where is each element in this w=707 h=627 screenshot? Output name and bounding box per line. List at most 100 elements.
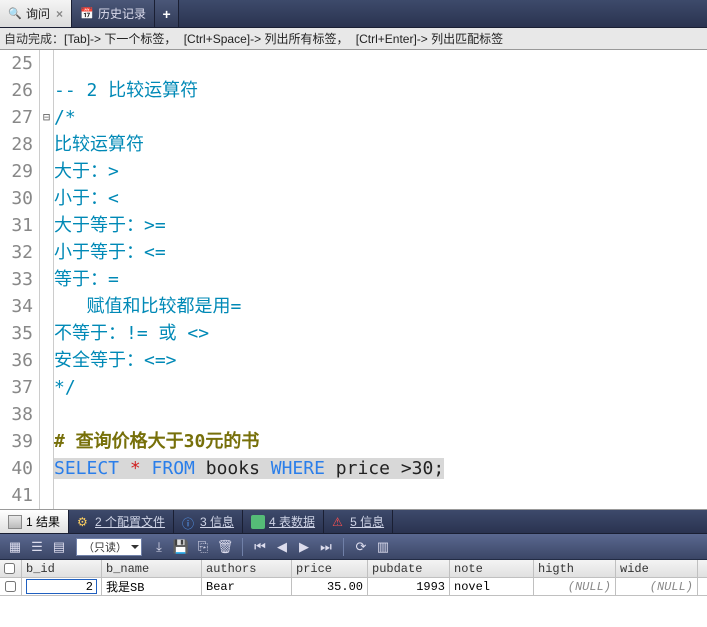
export-icon[interactable]: ⤓ xyxy=(148,537,170,557)
line-number: 27 xyxy=(0,104,33,131)
code-line[interactable] xyxy=(54,401,707,428)
result-tab[interactable]: ⚙2 个配置文件 xyxy=(69,510,174,533)
result-tab[interactable]: ⚠ 5 信息 xyxy=(324,510,393,533)
sql-editor[interactable]: 2526272829303132333435363738394041 ⊟ -- … xyxy=(0,50,707,510)
fold-marker xyxy=(40,185,53,212)
code-line[interactable]: 大于：> xyxy=(54,158,707,185)
code-line[interactable] xyxy=(54,50,707,77)
close-icon[interactable]: × xyxy=(56,7,63,21)
grid-cell[interactable]: 35.00 xyxy=(292,578,368,595)
fold-marker xyxy=(40,77,53,104)
save-icon[interactable]: 💾 xyxy=(170,537,192,557)
code-line[interactable]: 小于等于：<= xyxy=(54,239,707,266)
fold-marker xyxy=(40,347,53,374)
editor-tabbar: 🔍询问×📅历史记录+ xyxy=(0,0,707,28)
line-number: 30 xyxy=(0,185,33,212)
filter-icon[interactable]: ▥ xyxy=(372,537,394,557)
line-number: 25 xyxy=(0,50,33,77)
code-line[interactable]: 小于：< xyxy=(54,185,707,212)
code-line[interactable]: # 查询价格大于30元的书 xyxy=(54,428,707,455)
code-line[interactable]: 赋值和比较都是用= xyxy=(54,293,707,320)
line-number: 32 xyxy=(0,239,33,266)
code-area[interactable]: -- 2 比较运算符/*比较运算符大于：>小于：<大于等于：>=小于等于：<=等… xyxy=(54,50,707,509)
grid-column-header[interactable]: b_name xyxy=(102,560,202,577)
refresh-icon[interactable]: ⟳ xyxy=(350,537,372,557)
line-number: 40 xyxy=(0,455,33,482)
first-icon[interactable]: ⏮ xyxy=(249,537,271,557)
row-checkbox[interactable] xyxy=(5,581,16,592)
grid-column-header[interactable]: authors xyxy=(202,560,292,577)
prev-icon[interactable]: ◀ xyxy=(271,537,293,557)
code-line[interactable]: 不等于：!= 或 <> xyxy=(54,320,707,347)
db-icon xyxy=(251,515,265,529)
line-number: 34 xyxy=(0,293,33,320)
toolbar-separator xyxy=(343,538,344,556)
grid-column-header[interactable]: b_id xyxy=(22,560,102,577)
code-line[interactable]: 比较运算符 xyxy=(54,131,707,158)
editor-tab[interactable]: 📅历史记录 xyxy=(72,0,155,27)
line-number: 31 xyxy=(0,212,33,239)
grid-checkbox-header[interactable] xyxy=(0,560,22,577)
grid-column-header[interactable]: wide xyxy=(616,560,698,577)
fold-marker xyxy=(40,239,53,266)
grid-column-header[interactable]: price xyxy=(292,560,368,577)
fold-marker xyxy=(40,212,53,239)
tab-label: 询问 xyxy=(26,5,50,22)
result-tab[interactable]: 1 结果 xyxy=(0,510,69,533)
fold-marker xyxy=(40,401,53,428)
add-tab-button[interactable]: + xyxy=(155,0,179,27)
grid-cell[interactable]: 我是SB xyxy=(102,578,202,595)
grid-cell[interactable]: Bear xyxy=(202,578,292,595)
code-line[interactable]: 安全等于：<=> xyxy=(54,347,707,374)
code-line[interactable] xyxy=(54,482,707,509)
code-line[interactable]: 大于等于：>= xyxy=(54,212,707,239)
grid-cell[interactable]: 1993 xyxy=(368,578,450,595)
result-tab-label: 3 信息 xyxy=(200,513,234,530)
grid-column-header[interactable]: pubdate xyxy=(368,560,450,577)
line-number: 41 xyxy=(0,482,33,509)
grid-row-checkbox-cell[interactable] xyxy=(0,578,22,595)
fold-marker[interactable]: ⊟ xyxy=(40,104,53,131)
grid-cell[interactable]: (NULL) xyxy=(534,578,616,595)
line-number: 36 xyxy=(0,347,33,374)
warn-icon: ⚠ xyxy=(332,515,346,529)
grid-data-row[interactable]: 2我是SBBear35.001993novel(NULL)(NULL) xyxy=(0,578,707,596)
grid-cell[interactable]: 2 xyxy=(22,578,102,595)
code-line[interactable]: */ xyxy=(54,374,707,401)
last-icon[interactable]: ⏭ xyxy=(315,537,337,557)
next-icon[interactable]: ▶ xyxy=(293,537,315,557)
fold-marker xyxy=(40,293,53,320)
result-tab-label: 5 信息 xyxy=(350,513,384,530)
delete-icon[interactable]: 🗑 xyxy=(214,537,236,557)
grid-header-row: b_idb_nameauthorspricepubdatenotehigthwi… xyxy=(0,560,707,578)
editor-tab[interactable]: 🔍询问× xyxy=(0,0,72,27)
hint-item: [Ctrl+Enter]-> 列出匹配标签 xyxy=(352,32,507,46)
line-number: 33 xyxy=(0,266,33,293)
line-number: 26 xyxy=(0,77,33,104)
result-grid[interactable]: b_idb_nameauthorspricepubdatenotehigthwi… xyxy=(0,560,707,596)
card-view-icon[interactable]: ▤ xyxy=(48,537,70,557)
line-number: 28 xyxy=(0,131,33,158)
grid-cell[interactable]: novel xyxy=(450,578,534,595)
grid-view-icon[interactable]: ▦ xyxy=(4,537,26,557)
code-line[interactable]: 等于：= xyxy=(54,266,707,293)
hint-item: [Ctrl+Space]-> 列出所有标签， xyxy=(180,32,352,46)
result-tab[interactable]: 4 表数据 xyxy=(243,510,324,533)
code-line[interactable]: SELECT * FROM books WHERE price >30; xyxy=(54,455,707,482)
fold-marker xyxy=(40,482,53,509)
result-tab[interactable]: ⓘ3 信息 xyxy=(174,510,243,533)
code-line[interactable]: -- 2 比较运算符 xyxy=(54,77,707,104)
grid-cell-focus[interactable]: 2 xyxy=(26,579,97,594)
form-view-icon[interactable]: ☰ xyxy=(26,537,48,557)
table-icon xyxy=(8,515,22,529)
fold-marker xyxy=(40,455,53,482)
code-line[interactable]: /* xyxy=(54,104,707,131)
copy-icon[interactable]: ⎘ xyxy=(192,537,214,557)
fold-gutter[interactable]: ⊟ xyxy=(40,50,54,509)
grid-column-header[interactable]: note xyxy=(450,560,534,577)
line-number: 39 xyxy=(0,428,33,455)
grid-column-header[interactable]: higth xyxy=(534,560,616,577)
select-all-checkbox[interactable] xyxy=(4,563,15,574)
grid-cell[interactable]: (NULL) xyxy=(616,578,698,595)
readonly-dropdown[interactable]: （只读） xyxy=(76,538,142,556)
